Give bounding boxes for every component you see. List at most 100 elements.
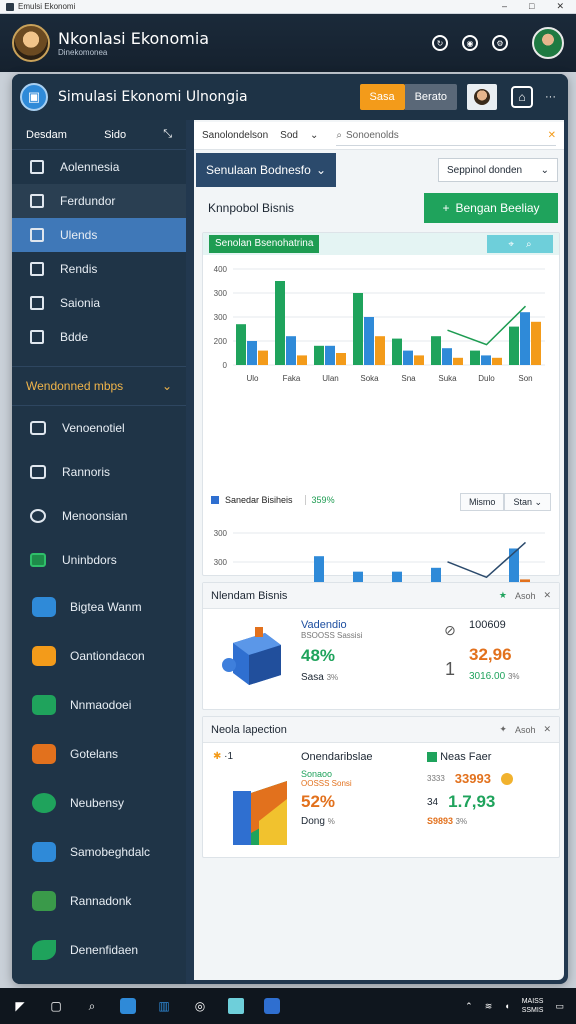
settings-icon[interactable]: ⚙ xyxy=(492,35,508,51)
primary-button[interactable]: Sasa xyxy=(359,84,405,110)
sidebar-sub-0[interactable]: Venoenotiel xyxy=(12,406,186,450)
sidebar-item-2[interactable]: Ulends xyxy=(12,218,186,252)
sidebar-item-1[interactable]: Ferdundor xyxy=(12,184,186,218)
y-tick-label: 300 xyxy=(214,558,228,567)
document-icon xyxy=(30,194,44,208)
bar-chart-top: 400 300 300 200 0 Ulo Faka Ulan Soka Sna Suka Dulo S… xyxy=(214,265,545,383)
sidebar-color-5[interactable]: Samobeghdalc xyxy=(12,827,186,876)
sidebar-item-label: Aolennesia xyxy=(60,160,120,174)
sidebar-color-label: Nnmaodoei xyxy=(70,697,132,712)
window-icon: ▣ xyxy=(20,83,48,111)
refresh-icon[interactable]: ↻ xyxy=(432,35,448,51)
start-icon[interactable]: ◤ xyxy=(12,998,28,1014)
header-icons: ↻ ◉ ⚙ xyxy=(432,27,564,59)
close-icon[interactable]: ✕ xyxy=(543,590,551,601)
add-business-button[interactable]: + Bengan Beeliay xyxy=(424,193,558,223)
filter-select[interactable]: Sanolondelson Sod ⌄ xyxy=(202,130,318,141)
sidebar-item-label: Saionia xyxy=(60,296,101,310)
chart-bar xyxy=(314,345,324,365)
panel-metrics-right: 100609 32,96 3016.00 3% xyxy=(469,619,520,682)
sidebar-sub-2[interactable]: Menoonsian xyxy=(12,494,186,538)
panel-action[interactable]: Asoh xyxy=(515,725,536,735)
sidebar-color-1[interactable]: Oantiondacon xyxy=(12,631,186,680)
camera-icon[interactable]: ◎ xyxy=(192,998,208,1014)
star-icon[interactable]: ✦ xyxy=(499,724,507,735)
sidebar-item-3[interactable]: Rendis xyxy=(12,252,186,286)
list-icon xyxy=(30,330,44,344)
volume-icon[interactable]: ◖ xyxy=(504,1001,509,1011)
chart-bar xyxy=(258,350,268,365)
chevron-up-icon[interactable]: ⌃ xyxy=(465,1001,473,1012)
pin-icon[interactable]: ⌖ xyxy=(508,239,514,250)
zoom-icon[interactable]: ⌕ xyxy=(526,239,532,250)
sidebar-section[interactable]: Wendonned mbps ⌄ xyxy=(12,366,186,406)
chevron-down-icon: ⌄ xyxy=(309,130,319,141)
wifi-icon[interactable]: ≋ xyxy=(485,1001,493,1012)
leaf-icon xyxy=(32,939,56,960)
panel-actions: ★ Asoh ✕ xyxy=(499,590,551,601)
chat-icon[interactable]: ▢ xyxy=(48,998,64,1014)
chart-tools[interactable]: ⌖ ⌕ xyxy=(487,235,553,253)
chart-bar xyxy=(492,357,502,365)
collapse-icon[interactable]: ⤡ xyxy=(163,128,172,141)
window-user-avatar[interactable] xyxy=(467,84,497,110)
coin-icon xyxy=(500,772,513,785)
chart-buttons: Mismo Stan ⌄ xyxy=(459,493,551,511)
panel-value-sub: 3016.00 xyxy=(469,671,506,682)
store-icon[interactable] xyxy=(120,998,136,1014)
sidebar-color-4[interactable]: Neubensy xyxy=(12,778,186,827)
sidebar-sub-1[interactable]: Rannoris xyxy=(12,450,186,494)
clear-icon[interactable]: ✕ xyxy=(548,130,556,141)
sidebar-color-3[interactable]: Gotelans xyxy=(12,729,186,778)
secondary-button[interactable]: Berato xyxy=(404,84,457,110)
panel-value-big: 32,96 xyxy=(469,645,512,664)
lock-icon[interactable]: ⌂ xyxy=(511,86,533,108)
y-tick-label: 300 xyxy=(214,313,228,322)
star-icon[interactable]: ★ xyxy=(499,590,507,601)
search-icon[interactable]: ⌕ xyxy=(84,998,100,1014)
chart-mode-button[interactable]: Mismo xyxy=(459,493,505,511)
sidebar-item-5[interactable]: Bdde xyxy=(12,320,186,354)
panel-action[interactable]: Asoh xyxy=(515,591,536,601)
search-input[interactable]: ⌕ Sonoenolds ✕ xyxy=(336,126,556,146)
chevron-down-icon[interactable]: ⌄ xyxy=(162,379,172,393)
target-icon[interactable]: ◉ xyxy=(462,35,478,51)
chart-range-select[interactable]: Stan ⌄ xyxy=(504,493,551,511)
sidebar-item-4[interactable]: Saionia xyxy=(12,286,186,320)
sidebar-color-2[interactable]: Nnmaodoei xyxy=(12,680,186,729)
minimize-button[interactable]: – xyxy=(502,1,507,12)
business-select[interactable]: Senulaan Bodnesfo ⌄ xyxy=(196,153,336,187)
clock[interactable]: MAISS SSMIS xyxy=(522,997,544,1015)
sidebar-sub-label: Rannoris xyxy=(62,465,111,479)
sidebar-color-label: Oantiondacon xyxy=(70,648,145,663)
flag-icon: ✱ xyxy=(213,751,222,762)
panel-actions: ✦ Asoh ✕ xyxy=(499,724,551,735)
sidebar-color-6[interactable]: Rannadonk xyxy=(12,876,186,925)
window-title: Simulasi Ekonomi Ulnongia xyxy=(58,89,248,105)
os-title-text: Emulsi Ekonomi xyxy=(18,2,76,11)
app-logo xyxy=(12,24,50,62)
search-icon: ⌕ xyxy=(336,129,342,141)
sidebar-item-0[interactable]: Aolennesia xyxy=(12,150,186,184)
notification-icon[interactable]: ▭ xyxy=(555,1001,564,1012)
sidebar-header[interactable]: Desdam Sido ⤡ xyxy=(12,120,186,150)
cube-app-icon[interactable] xyxy=(264,998,280,1014)
burger-icon xyxy=(32,645,56,666)
inspection-panel: Neola lapection ✦ Asoh ✕ ✱ ·1 Onendaribs… xyxy=(202,716,560,858)
chart-bar xyxy=(297,355,307,365)
y-tick-label: 400 xyxy=(214,265,228,274)
chart-bar xyxy=(275,281,285,365)
building-app-icon[interactable] xyxy=(228,998,244,1014)
user-avatar[interactable] xyxy=(532,27,564,59)
sidebar-color-0[interactable]: Bigtea Wanm xyxy=(12,582,186,631)
more-button[interactable]: ··· xyxy=(545,91,556,103)
close-icon[interactable]: ✕ xyxy=(543,724,551,735)
close-button[interactable]: ✕ xyxy=(556,1,564,12)
tools-icon xyxy=(32,743,56,764)
maximize-button[interactable]: □ xyxy=(529,1,534,12)
sidebar-color-7[interactable]: Denenfidaen xyxy=(12,925,186,974)
box-icon xyxy=(32,596,56,617)
sort-select[interactable]: Seppinol donden ⌄ xyxy=(438,158,558,182)
analytics-icon[interactable]: ▥ xyxy=(156,998,172,1014)
sidebar-sub-3[interactable]: Uninbdors xyxy=(12,538,186,582)
